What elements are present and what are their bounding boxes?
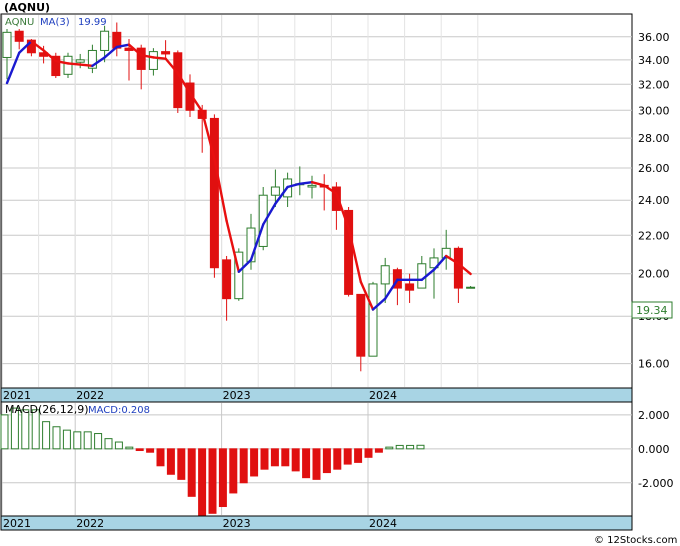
macd-bar-negative: [156, 448, 165, 467]
macd-bar-negative: [177, 448, 186, 480]
macd-bar-positive: [125, 446, 134, 450]
candle-body-down: [453, 247, 463, 289]
ma-segment: [152, 56, 167, 60]
candle-body-up: [75, 59, 85, 63]
price-panel-frame: [0, 13, 633, 389]
legend-symbol: AQNU: [5, 17, 34, 28]
chart-title: (AQNU): [4, 1, 50, 14]
macd-bar-positive: [52, 426, 61, 450]
price-y-tick-label: 28.00: [638, 132, 670, 145]
macd-bar-negative: [208, 448, 217, 514]
price-y-tick-label: 34.00: [638, 54, 670, 67]
macd-bar-positive: [0, 414, 9, 450]
candle: [209, 114, 219, 278]
ma-segment: [66, 62, 82, 66]
candle-body-down: [161, 51, 171, 55]
candle-body-up: [307, 184, 317, 188]
macd-bar-negative: [333, 448, 342, 470]
macd-x-tick-label: 2022: [76, 517, 104, 530]
macd-bar-positive: [114, 441, 123, 450]
macd-legend-label: MACD(26,12,9): [5, 403, 89, 416]
candle-body-up: [270, 186, 280, 196]
price-x-tick-label: 2022: [76, 389, 104, 402]
candle-body-up: [417, 263, 427, 289]
macd-bar-negative: [270, 448, 279, 467]
candle-body-up: [368, 283, 378, 357]
price-y-tick-label: 32.00: [638, 78, 670, 91]
candle: [63, 52, 73, 79]
legend-ma-value: 19.99: [78, 17, 107, 28]
price-y-tick-label: 22.00: [638, 229, 670, 242]
macd-bar-negative: [302, 448, 311, 479]
macd-bar-positive: [73, 431, 82, 450]
candle-body-down: [405, 283, 415, 291]
chart-canvas: (AQNU) 16.0018.0020.0022.0024.0026.0028.…: [0, 1, 677, 546]
price-x-tick-label: 2024: [369, 389, 397, 402]
macd-bar-positive: [385, 446, 394, 450]
macd-bar-negative: [374, 448, 383, 453]
macd-bar-negative: [260, 448, 269, 470]
macd-y-tick-label: 0.000: [638, 443, 670, 456]
macd-y-tick-label: -2.000: [638, 477, 673, 490]
candle-body-up: [2, 31, 12, 58]
macd-bar-negative: [322, 448, 331, 474]
candle: [173, 50, 183, 113]
candle: [51, 52, 61, 79]
price-y-tick-label: 30.00: [638, 104, 670, 117]
ma-segment: [78, 63, 94, 68]
macd-bar-negative: [229, 448, 238, 494]
legend-ma-label: MA(3): [40, 17, 70, 28]
macd-bar-negative: [146, 448, 155, 453]
macd-bar-negative: [291, 448, 300, 472]
candle-body-up: [100, 30, 110, 51]
macd-bar-positive: [83, 431, 92, 450]
price-x-tick-label: 2021: [3, 389, 31, 402]
macd-legend-value: MACD:0.208: [88, 405, 150, 416]
last-price-label: 19.34: [636, 304, 668, 317]
price-y-tick-label: 16.00: [638, 358, 670, 371]
macd-x-tick-label: 2024: [369, 517, 397, 530]
candle-body-down: [209, 117, 219, 269]
candle-body-down: [222, 259, 232, 300]
macd-x-tick-label: 2023: [223, 517, 251, 530]
macd-bar-negative: [281, 448, 290, 467]
macd-bar-positive: [62, 429, 71, 450]
price-y-tick-label: 20.00: [638, 268, 670, 281]
macd-bar-positive: [406, 444, 415, 450]
macd-bar-positive: [94, 433, 103, 450]
macd-bar-positive: [42, 421, 51, 450]
macd-bar-negative: [166, 448, 175, 475]
price-y-tick-label: 26.00: [638, 162, 670, 175]
macd-y-axis: -2.000 0.000 2.000: [638, 409, 673, 490]
macd-bar-negative: [239, 448, 248, 484]
macd-bar-negative: [364, 448, 373, 458]
price-x-tick-label: 2023: [223, 389, 251, 402]
candle-body-down: [14, 30, 24, 42]
ma-segment: [298, 180, 314, 185]
candle-body-up: [63, 55, 73, 75]
watermark: © 12Stocks.com: [594, 535, 677, 546]
macd-bar-negative: [354, 448, 363, 463]
candle: [368, 281, 378, 357]
price-y-axis: 16.0018.0020.0022.0024.0026.0028.0030.00…: [638, 31, 670, 371]
price-y-tick-label: 36.00: [638, 31, 670, 44]
candle-body-up: [466, 286, 476, 289]
macd-bar-negative: [187, 448, 196, 497]
candle-body-up: [380, 265, 390, 285]
macd-bar-negative: [312, 448, 321, 480]
macd-bar-negative: [198, 448, 207, 516]
macd-bar-negative: [135, 448, 144, 452]
macd-bar-negative: [250, 448, 259, 477]
macd-x-tick-label: 2021: [3, 517, 31, 530]
macd-bar-positive: [395, 444, 404, 450]
candle-body-down: [356, 293, 366, 357]
macd-bar-positive: [416, 444, 425, 450]
macd-bar-negative: [218, 448, 227, 508]
macd-bar-negative: [343, 448, 352, 465]
macd-bar-positive: [104, 438, 113, 450]
candle-body-up: [148, 51, 158, 70]
price-y-tick-label: 24.00: [638, 194, 670, 207]
macd-y-tick-label: 2.000: [638, 409, 670, 422]
candle-body-down: [173, 52, 183, 109]
